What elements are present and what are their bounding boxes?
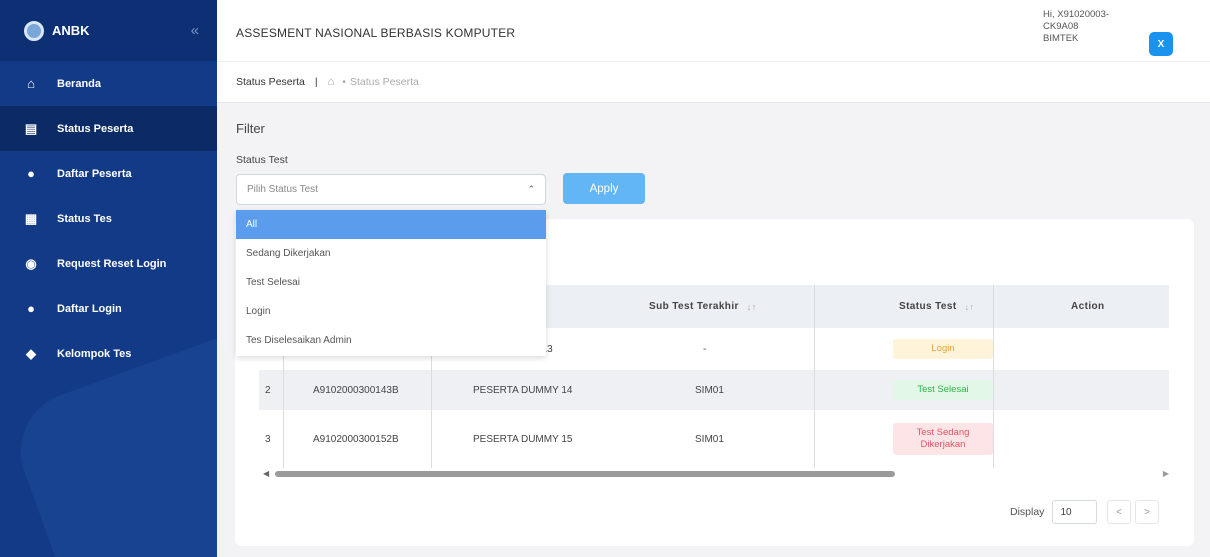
breadcrumb: Status Peserta | ⌂ • Status Peserta xyxy=(236,76,419,88)
next-page-button[interactable]: > xyxy=(1135,500,1159,524)
sidebar-item-label: Beranda xyxy=(57,77,102,90)
group-icon: ◆ xyxy=(26,345,36,361)
status-test-select[interactable]: Pilih Status Test ⌃ xyxy=(236,174,546,205)
user-greeting: Hi, X91020003- xyxy=(1043,9,1110,20)
sort-icon[interactable]: ↓↑ xyxy=(965,302,975,312)
sidebar-item-label: Daftar Peserta xyxy=(57,167,132,180)
reset-icon: ◉ xyxy=(25,255,37,271)
cell-nisn: A9102000300143B xyxy=(313,384,399,396)
sidebar-item-daftar-login[interactable]: ● Daftar Login xyxy=(0,286,217,331)
user-role: BIMTEK xyxy=(1043,33,1079,44)
sidebar-item-label: Status Peserta xyxy=(57,122,134,135)
cell-no: 3 xyxy=(265,433,271,445)
status-badge: Login xyxy=(893,339,993,359)
display-label: Display xyxy=(1010,506,1045,518)
column-header-status[interactable]: Status Test ↓↑ xyxy=(899,285,974,328)
scroll-left-icon[interactable]: ◀ xyxy=(263,469,269,478)
sidebar-menu: ⌂ Beranda ▤ Status Peserta ● Daftar Peserta… xyxy=(0,61,217,376)
column-header-action: Action xyxy=(1071,301,1105,312)
user-id: CK9A08 xyxy=(1043,21,1079,32)
status-cell: Test Sedang Dikerjakan xyxy=(893,410,993,468)
clipboard-icon: ▤ xyxy=(24,120,38,136)
prev-page-button[interactable]: < xyxy=(1107,500,1131,524)
column-divider xyxy=(993,285,994,468)
page-size-select[interactable]: 10 xyxy=(1052,500,1098,524)
dropdown-option-sedang-dikerjakan[interactable]: Sedang Dikerjakan xyxy=(236,239,546,268)
breadcrumb-separator: | xyxy=(314,76,318,88)
sidebar-header: ANBK « xyxy=(0,0,217,61)
user-menu-button[interactable]: X xyxy=(1149,32,1173,56)
table-row: 2 A9102000300143B PESERTA DUMMY 14 SIM01… xyxy=(259,370,1169,410)
status-badge: Test Selesai xyxy=(893,380,993,400)
page-size-control: Display 10 xyxy=(1010,500,1098,524)
sidebar-item-kelompok-tes[interactable]: ◆ Kelompok Tes xyxy=(0,331,217,376)
table-row: 3 A9102000300152B PESERTA DUMMY 15 SIM01… xyxy=(259,410,1169,468)
cell-no: 2 xyxy=(265,384,271,396)
sidebar-item-status-tes[interactable]: ▦ Status Tes xyxy=(0,196,217,241)
cell-sub-test: - xyxy=(703,343,707,355)
home-icon[interactable]: ⌂ xyxy=(328,76,335,88)
sidebar-item-label: Daftar Login xyxy=(57,302,122,315)
sidebar-item-status-peserta[interactable]: ▤ Status Peserta xyxy=(0,106,217,151)
sidebar-item-label: Status Tes xyxy=(57,212,112,225)
cell-sub-test: SIM01 xyxy=(695,384,724,396)
breadcrumb-dot: • xyxy=(342,76,346,88)
sidebar-item-label: Kelompok Tes xyxy=(57,347,132,360)
user-login-icon: ● xyxy=(27,301,35,316)
scrollbar-thumb[interactable] xyxy=(275,471,895,477)
home-icon: ⌂ xyxy=(27,76,35,91)
dropdown-option-login[interactable]: Login xyxy=(236,297,546,326)
status-cell: Test Selesai xyxy=(893,370,993,410)
breadcrumb-current: Status Peserta xyxy=(349,76,419,88)
sidebar-item-beranda[interactable]: ⌂ Beranda xyxy=(0,61,217,106)
sidebar: ANBK « ⌂ Beranda ▤ Status Peserta ● Daftar … xyxy=(0,0,217,557)
sidebar-item-request-reset-login[interactable]: ◉ Request Reset Login xyxy=(0,241,217,286)
status-badge: Test Sedang Dikerjakan xyxy=(893,423,993,455)
scroll-right-icon[interactable]: ▶ xyxy=(1163,469,1169,478)
sidebar-item-daftar-peserta[interactable]: ● Daftar Peserta xyxy=(0,151,217,196)
dropdown-option-tes-diselesaikan-admin[interactable]: Tes Diselesaikan Admin xyxy=(236,326,546,355)
cell-nisn: A9102000300152B xyxy=(313,433,399,445)
horizontal-scrollbar[interactable]: ◀ ▶ xyxy=(263,469,1169,479)
status-cell: Login xyxy=(893,328,993,370)
cell-name: PESERTA DUMMY 14 xyxy=(473,384,573,396)
logo-icon xyxy=(24,20,44,41)
apply-button[interactable]: Apply xyxy=(563,173,645,204)
divider xyxy=(217,61,1210,62)
sort-icon[interactable]: ↓↑ xyxy=(747,302,757,312)
dropdown-option-test-selesai[interactable]: Test Selesai xyxy=(236,268,546,297)
sidebar-item-label: Request Reset Login xyxy=(57,257,167,270)
chevron-up-icon: ⌃ xyxy=(527,184,535,194)
app-title: ASSESMENT NASIONAL BERBASIS KOMPUTER xyxy=(236,26,516,40)
top-bar: ASSESMENT NASIONAL BERBASIS KOMPUTER Hi,… xyxy=(217,0,1210,103)
select-placeholder: Pilih Status Test xyxy=(247,184,318,195)
collapse-icon[interactable]: « xyxy=(191,22,199,39)
document-icon: ▦ xyxy=(24,210,38,226)
user-icon: ● xyxy=(27,166,35,181)
status-test-label: Status Test xyxy=(236,154,288,166)
pagination: < > xyxy=(1107,500,1163,524)
cell-sub-test: SIM01 xyxy=(695,433,724,445)
column-divider xyxy=(814,285,815,468)
status-test-dropdown: All Sedang Dikerjakan Test Selesai Login… xyxy=(236,210,546,356)
brand-name: ANBK xyxy=(52,23,90,38)
cell-name: PESERTA DUMMY 15 xyxy=(473,433,573,445)
column-header-sub-test[interactable]: Sub Test Terakhir ↓↑ xyxy=(649,285,757,328)
user-info: Hi, X91020003- CK9A08 BIMTEK xyxy=(1043,9,1143,45)
dropdown-option-all[interactable]: All xyxy=(236,210,546,239)
breadcrumb-section: Status Peserta xyxy=(236,76,305,88)
filter-title: Filter xyxy=(236,121,265,136)
